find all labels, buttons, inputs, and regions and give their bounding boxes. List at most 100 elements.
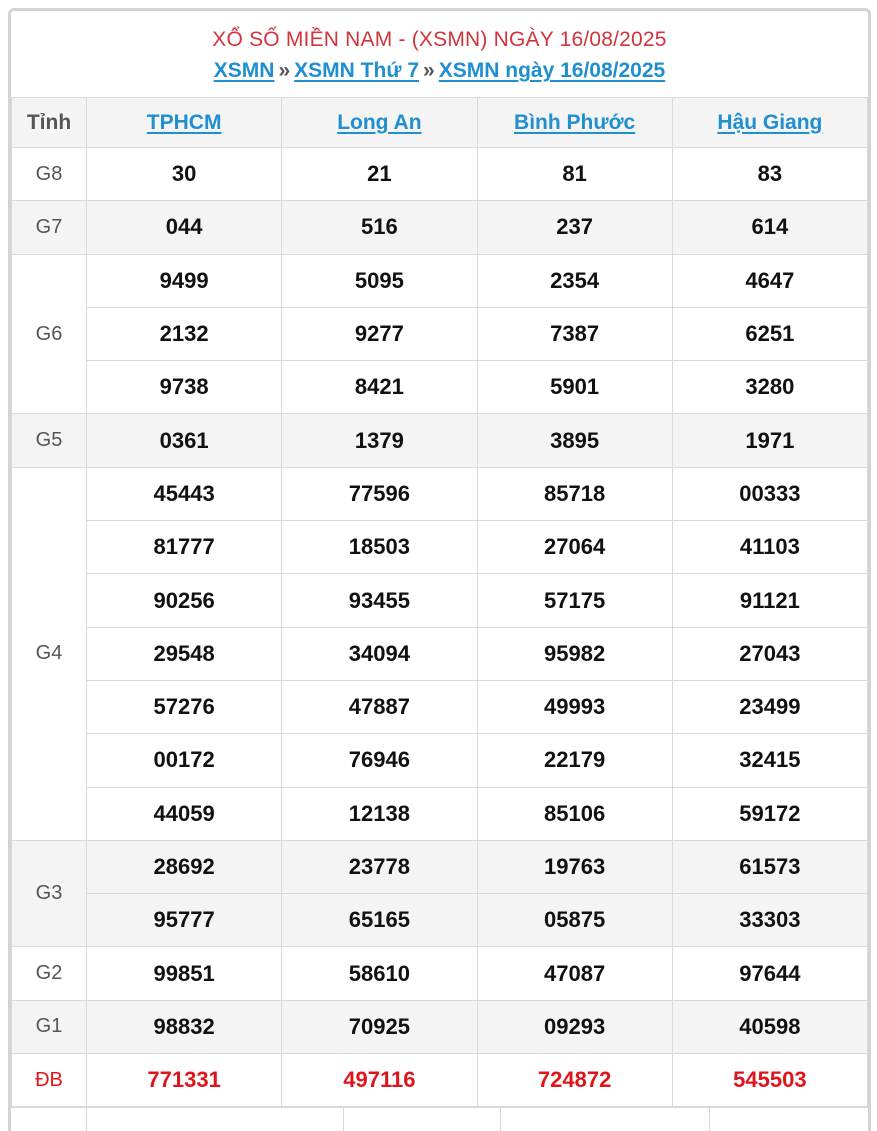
result-number: 58610 <box>281 946 478 1001</box>
result-number: 47087 <box>476 946 673 1001</box>
result-number: 09293 <box>476 999 673 1055</box>
result-number: 65165 <box>281 893 478 948</box>
result-number: 32415 <box>671 733 868 788</box>
breadcrumb-link-xsmn-date[interactable]: XSMN ngày 16/08/2025 <box>439 59 665 82</box>
result-number: 47887 <box>281 679 478 735</box>
result-number: 771331 <box>85 1053 283 1108</box>
result-number: 61573 <box>671 839 868 895</box>
table-row: 57276 47887 49993 23499 <box>12 679 868 735</box>
result-number: 57276 <box>85 679 283 735</box>
result-number: 23499 <box>671 679 868 735</box>
result-number: 00333 <box>671 466 868 522</box>
prize-label: G4 <box>11 466 87 841</box>
result-number: 00172 <box>85 733 283 788</box>
prize-label: G1 <box>11 999 87 1055</box>
province-header: Long An <box>281 97 478 148</box>
result-number: 21 <box>281 146 478 202</box>
result-number: 9738 <box>85 360 283 415</box>
result-number: 22179 <box>476 733 673 788</box>
table-row: 90256 93455 57175 91121 <box>12 573 868 628</box>
result-number: 85106 <box>476 786 673 841</box>
result-number: 70925 <box>281 999 478 1055</box>
breadcrumb-separator: » <box>423 59 435 82</box>
results-table: Tỉnh TPHCM Long An Bình Phước Hậu Giang … <box>11 97 868 1108</box>
table-row: G5 0361 1379 3895 1971 <box>11 413 868 468</box>
result-number: 33303 <box>671 893 868 948</box>
breadcrumb-link-xsmn[interactable]: XSMN <box>214 59 275 82</box>
result-number: 3895 <box>476 413 673 468</box>
result-number: 77596 <box>281 466 478 522</box>
result-number: 724872 <box>476 1053 673 1108</box>
strip-cell <box>87 1108 344 1131</box>
table-row: 81777 18503 27064 41103 <box>12 520 868 575</box>
result-number: 19763 <box>476 839 673 895</box>
table-row: G6 9499 5095 2354 4647 <box>11 253 868 415</box>
province-header: Hậu Giang <box>671 97 868 148</box>
results-panel: XỔ SỐ MIỀN NAM - (XSMN) NGÀY 16/08/2025 … <box>8 8 871 1131</box>
province-link-hau-giang[interactable]: Hậu Giang <box>717 111 822 134</box>
result-number: 2132 <box>85 306 283 362</box>
result-number: 49993 <box>476 679 673 735</box>
result-number: 34094 <box>281 626 478 681</box>
result-number: 91121 <box>671 573 868 628</box>
result-number: 1379 <box>281 413 478 468</box>
table-row: 44059 12138 85106 59172 <box>12 786 868 841</box>
strip-cell <box>11 1108 87 1131</box>
result-number: 57175 <box>476 573 673 628</box>
result-number: 29548 <box>85 626 283 681</box>
result-number: 90256 <box>85 573 283 628</box>
result-number: 44059 <box>85 786 283 841</box>
result-number: 4647 <box>671 253 868 308</box>
prize-label: G6 <box>11 253 87 415</box>
strip-cell <box>344 1108 501 1131</box>
breadcrumb: XSMN» XSMN Thứ 7» XSMN ngày 16/08/2025 <box>11 55 868 87</box>
table-header-row: Tỉnh TPHCM Long An Bình Phước Hậu Giang <box>11 97 868 148</box>
result-number: 18503 <box>281 520 478 575</box>
result-number: 99851 <box>85 946 283 1001</box>
result-number: 614 <box>671 200 868 255</box>
province-link-long-an[interactable]: Long An <box>337 111 421 134</box>
result-number: 27064 <box>476 520 673 575</box>
result-number: 3280 <box>671 360 868 415</box>
result-number: 497116 <box>281 1053 478 1108</box>
result-number: 93455 <box>281 573 478 628</box>
table-row: G1 98832 70925 09293 40598 <box>11 999 868 1055</box>
result-number: 044 <box>85 200 283 255</box>
province-link-binh-phuoc[interactable]: Bình Phước <box>514 111 635 134</box>
province-header: TPHCM <box>85 97 283 148</box>
table-row: 29548 34094 95982 27043 <box>12 626 868 681</box>
result-number: 40598 <box>671 999 868 1055</box>
province-link-tphcm[interactable]: TPHCM <box>147 111 222 134</box>
result-number: 98832 <box>85 999 283 1055</box>
result-number: 97644 <box>671 946 868 1001</box>
prize-label: ĐB <box>11 1053 87 1108</box>
breadcrumb-separator: » <box>278 59 291 82</box>
result-number: 5095 <box>281 253 478 308</box>
strip-cell <box>501 1108 710 1131</box>
table-row: G2 99851 58610 47087 97644 <box>11 946 868 1001</box>
result-number: 76946 <box>281 733 478 788</box>
breadcrumb-link-xsmn-thu-7[interactable]: XSMN Thứ 7 <box>294 59 419 82</box>
result-number: 12138 <box>281 786 478 841</box>
result-number: 8421 <box>281 360 478 415</box>
result-number: 9277 <box>281 306 478 362</box>
result-number: 30 <box>85 146 283 202</box>
prize-label: G7 <box>11 200 87 255</box>
table-row: 2132 9277 7387 6251 <box>12 306 868 362</box>
result-number: 237 <box>476 200 673 255</box>
prize-label: G2 <box>11 946 87 1001</box>
table-row: G4 45443 77596 85718 00333 <box>11 466 868 841</box>
result-number: 45443 <box>85 466 283 522</box>
result-number: 85718 <box>476 466 673 522</box>
result-number: 23778 <box>281 839 478 895</box>
result-number: 81 <box>476 146 673 202</box>
result-number: 5901 <box>476 360 673 415</box>
result-number: 545503 <box>671 1053 868 1108</box>
result-number: 516 <box>281 200 478 255</box>
result-number: 1971 <box>671 413 868 468</box>
prize-label: G3 <box>11 839 87 948</box>
result-number: 83 <box>671 146 868 202</box>
result-number: 27043 <box>671 626 868 681</box>
next-table-strip <box>11 1107 868 1131</box>
table-row: ĐB 771331 497116 724872 545503 <box>11 1053 868 1108</box>
